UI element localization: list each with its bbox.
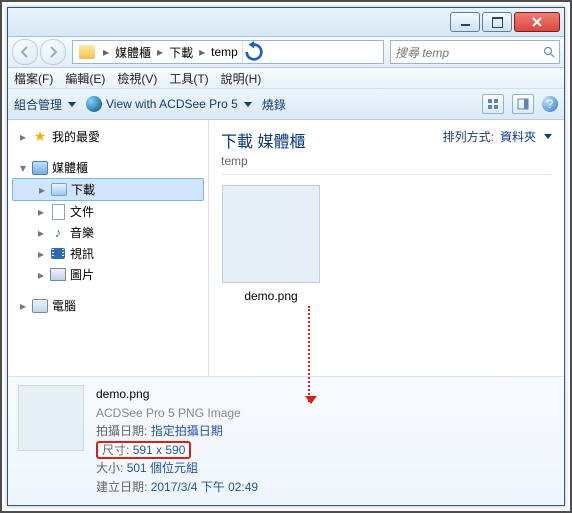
forward-button[interactable] [40, 39, 66, 65]
nav-tree: ▸★ 我的最愛 ▾ 媒體櫃 ▸ 下載 ▸ 文件 ▸♪ 音樂 [8, 120, 209, 376]
tree-documents[interactable]: ▸ 文件 [8, 201, 208, 222]
tree-computer[interactable]: ▸ 電腦 [8, 295, 208, 316]
acdsee-button[interactable]: View with ACDSee Pro 5 [86, 96, 252, 112]
explorer-window: ▸ 媒體櫃 ▸ 下載 ▸ temp 搜尋 temp 檔案(F) 編輯(E) 檢視… [7, 7, 565, 506]
page-subtitle: temp [221, 154, 443, 168]
burn-button[interactable]: 燒錄 [262, 96, 286, 113]
maximize-button[interactable] [482, 12, 512, 32]
details-filename: demo.png [96, 387, 149, 401]
details-filetype: ACDSee Pro 5 PNG Image [96, 404, 554, 423]
details-size: 501 個位元組 [127, 461, 198, 475]
details-thumbnail [18, 385, 84, 451]
preview-pane-button[interactable] [512, 94, 534, 114]
sort-value[interactable]: 資料夾 [500, 128, 536, 145]
breadcrumb-seg[interactable]: temp [207, 45, 242, 59]
tree-libraries[interactable]: ▾ 媒體櫃 [8, 157, 208, 178]
tree-favorites[interactable]: ▸★ 我的最愛 [8, 126, 208, 147]
sort-by[interactable]: 排列方式: 資料夾 [443, 128, 552, 145]
search-input[interactable]: 搜尋 temp [390, 40, 560, 64]
organize-button[interactable]: 組合管理 [14, 96, 76, 113]
tree-music[interactable]: ▸♪ 音樂 [8, 222, 208, 243]
details-shot-date[interactable]: 指定拍攝日期 [151, 424, 223, 438]
details-dimensions: 591 x 590 [133, 443, 186, 457]
tree-videos[interactable]: ▸ 視訊 [8, 243, 208, 264]
tree-pictures[interactable]: ▸ 圖片 [8, 264, 208, 285]
minimize-button[interactable] [450, 12, 480, 32]
close-button[interactable] [514, 12, 560, 32]
title-bar [8, 8, 564, 37]
search-icon [543, 46, 555, 58]
menu-edit[interactable]: 編輯(E) [65, 70, 105, 87]
music-icon: ♪ [50, 225, 66, 241]
refresh-button[interactable] [242, 41, 265, 63]
dimensions-highlight: 尺寸: 591 x 590 [96, 441, 191, 459]
thumbnail-icon [222, 185, 320, 283]
nav-bar: ▸ 媒體櫃 ▸ 下載 ▸ temp 搜尋 temp [8, 37, 564, 68]
picture-icon [50, 267, 66, 283]
view-options-button[interactable] [482, 94, 504, 114]
content-pane: 下載 媒體櫃 temp 排列方式: 資料夾 demo.png [209, 120, 564, 376]
help-icon[interactable]: ? [542, 96, 558, 112]
libraries-icon [32, 160, 48, 176]
document-icon [50, 204, 66, 220]
page-title: 下載 媒體櫃 [221, 128, 443, 152]
breadcrumb[interactable]: ▸ 媒體櫃 ▸ 下載 ▸ temp [72, 40, 384, 64]
menu-help[interactable]: 說明(H) [221, 70, 262, 87]
menu-view[interactable]: 檢視(V) [117, 70, 157, 87]
acdsee-icon [86, 96, 102, 112]
computer-icon [32, 298, 48, 314]
breadcrumb-seg[interactable]: 下載 [165, 44, 197, 61]
video-icon [50, 246, 66, 262]
chevron-down-icon [544, 134, 552, 139]
menu-file[interactable]: 檔案(F) [14, 70, 53, 87]
annotation-arrow [308, 306, 312, 402]
tree-downloads[interactable]: ▸ 下載 [12, 178, 204, 201]
details-pane: demo.png ACDSee Pro 5 PNG Image 拍攝日期: 指定… [8, 376, 564, 505]
star-icon: ★ [32, 129, 48, 145]
back-button[interactable] [12, 39, 38, 65]
file-item[interactable]: demo.png [221, 185, 321, 303]
search-placeholder: 搜尋 temp [395, 44, 449, 61]
breadcrumb-seg[interactable]: 媒體櫃 [111, 44, 155, 61]
menu-bar: 檔案(F) 編輯(E) 檢視(V) 工具(T) 說明(H) [8, 68, 564, 89]
details-created: 2017/3/4 下午 02:49 [151, 480, 258, 494]
body: ▸★ 我的最愛 ▾ 媒體櫃 ▸ 下載 ▸ 文件 ▸♪ 音樂 [8, 120, 564, 376]
toolbar: 組合管理 View with ACDSee Pro 5 燒錄 ? [8, 89, 564, 120]
file-caption: demo.png [221, 289, 321, 303]
folder-icon [79, 45, 95, 59]
menu-tools[interactable]: 工具(T) [169, 70, 208, 87]
folder-icon [51, 182, 67, 198]
